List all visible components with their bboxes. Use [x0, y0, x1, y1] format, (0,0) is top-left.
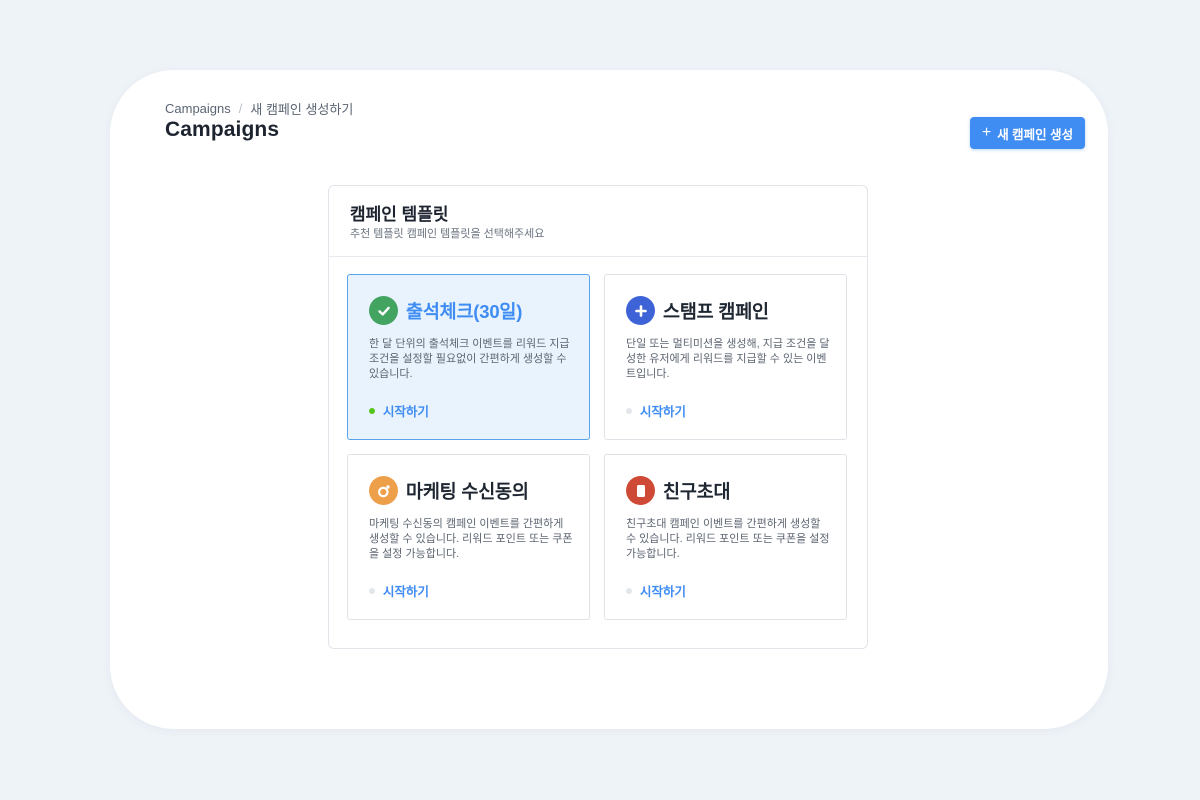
plus-icon: +	[981, 123, 992, 141]
checkmark-icon	[369, 296, 398, 325]
card-header: 친구초대	[626, 476, 730, 505]
template-card-marketing-consent[interactable]: 마케팅 수신동의 마케팅 수신동의 캠페인 이벤트를 간편하게 생성할 수 있습…	[347, 454, 590, 620]
panel-title: 캠페인 템플릿	[350, 205, 449, 224]
panel-header: 캠페인 템플릿 추천 템플릿 캠페인 템플릿을 선택해주세요	[329, 186, 867, 257]
card-description: 한 달 단위의 출석체크 이벤트를 리워드 지급 조건을 설정할 필요없이 간편…	[369, 338, 570, 380]
breadcrumb-separator: /	[238, 101, 243, 116]
card-icon	[626, 476, 655, 505]
ring-icon	[369, 476, 398, 505]
card-header: 출석체크(30일)	[369, 296, 522, 325]
template-card-attendance[interactable]: 출석체크(30일) 한 달 단위의 출석체크 이벤트를 리워드 지급 조건을 설…	[347, 274, 590, 440]
breadcrumb-current: 새 캠페인 생성하기	[250, 102, 354, 117]
breadcrumb-campaigns-link[interactable]: Campaigns	[165, 101, 231, 116]
card-header: 마케팅 수신동의	[369, 476, 529, 505]
card-description: 마케팅 수신동의 캠페인 이벤트를 간편하게 생성할 수 있습니다. 리워드 포…	[369, 518, 573, 560]
app-window: Campaigns / 새 캠페인 생성하기 Campaigns + 새 캠페인…	[110, 70, 1108, 729]
status-dot	[626, 587, 632, 594]
card-description: 친구초대 캠페인 이벤트를 간편하게 생성할 수 있습니다. 리워드 포인트 또…	[626, 518, 830, 560]
start-button-label: 시작하기	[640, 405, 687, 419]
new-campaign-button-label: 새 캠페인 생성	[997, 127, 1074, 142]
template-card-friend-invite[interactable]: 친구초대 친구초대 캠페인 이벤트를 간편하게 생성할 수 있습니다. 리워드 …	[604, 454, 847, 620]
start-button-label: 시작하기	[640, 585, 687, 599]
page-title: Campaigns	[165, 118, 280, 141]
start-button-label: 시작하기	[383, 585, 430, 599]
plus-icon	[626, 296, 655, 325]
card-title: 스탬프 캠페인	[663, 300, 769, 322]
status-dot	[369, 407, 375, 414]
template-card-stamp[interactable]: 스탬프 캠페인 단일 또는 멀티미션을 생성해, 지급 조건을 달성한 유저에게…	[604, 274, 847, 440]
start-button[interactable]: 시작하기	[369, 401, 429, 420]
start-button[interactable]: 시작하기	[369, 581, 429, 600]
campaign-template-panel: 캠페인 템플릿 추천 템플릿 캠페인 템플릿을 선택해주세요 출석체크(30일)…	[328, 185, 868, 649]
card-title: 친구초대	[663, 480, 731, 502]
card-description: 단일 또는 멀티미션을 생성해, 지급 조건을 달성한 유저에게 리워드를 지급…	[626, 338, 830, 380]
panel-subtitle: 추천 템플릿 캠페인 템플릿을 선택해주세요	[350, 228, 545, 240]
status-dot	[626, 407, 632, 414]
start-button[interactable]: 시작하기	[626, 401, 686, 420]
card-title: 출석체크(30일)	[406, 300, 523, 322]
status-dot	[369, 587, 375, 594]
card-header: 스탬프 캠페인	[626, 296, 769, 325]
start-button-label: 시작하기	[383, 405, 430, 419]
card-title: 마케팅 수신동의	[406, 480, 529, 502]
start-button[interactable]: 시작하기	[626, 581, 686, 600]
new-campaign-button[interactable]: + 새 캠페인 생성	[970, 117, 1085, 149]
breadcrumb: Campaigns / 새 캠페인 생성하기	[165, 99, 353, 118]
